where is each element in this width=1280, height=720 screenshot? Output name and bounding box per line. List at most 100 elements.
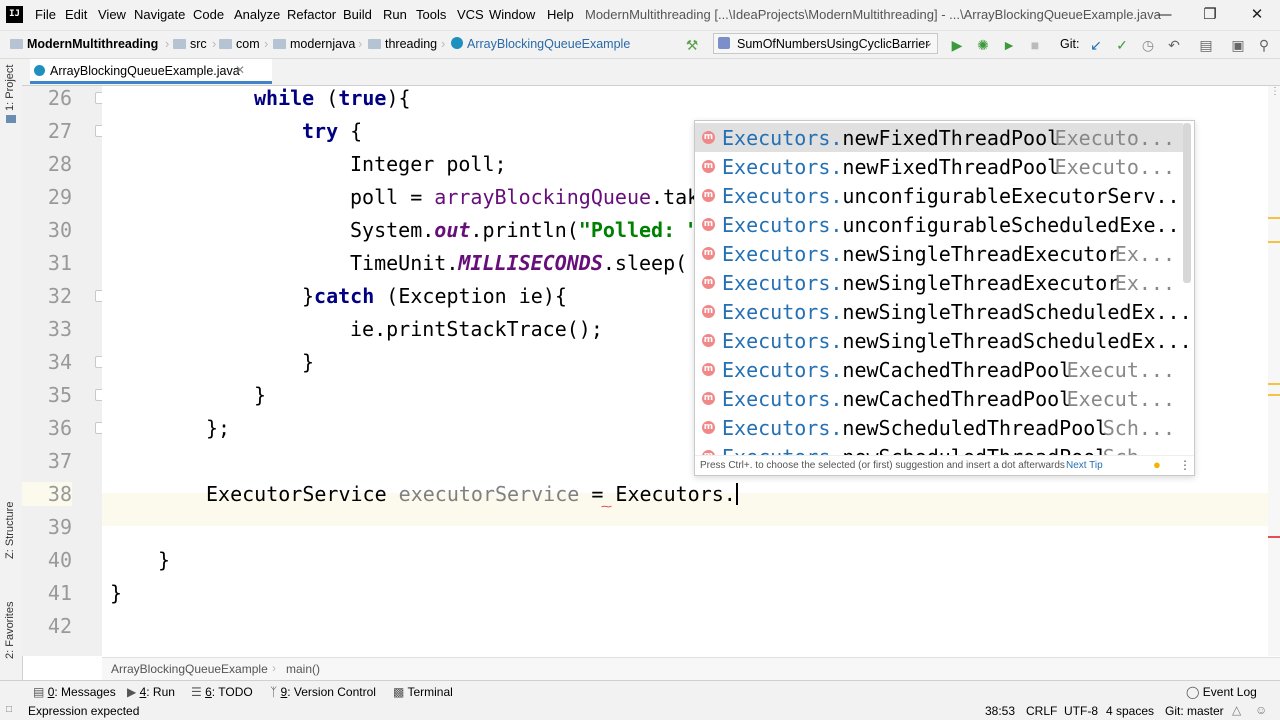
event-log-button[interactable]: ◯ Event Log [1186, 685, 1257, 699]
menu-vcs[interactable]: VCS [457, 7, 484, 22]
completion-method: newCachedThreadPool [842, 387, 1072, 411]
menu-refactor[interactable]: Refactor [287, 7, 336, 22]
menu-code[interactable]: Code [193, 7, 224, 22]
crumb-class[interactable]: ArrayBlockingQueueExample [111, 662, 268, 676]
layout-icon[interactable]: ▣ [1229, 36, 1247, 54]
menu-window[interactable]: Window [489, 7, 535, 22]
completion-item[interactable]: m Executors.unconfigurableScheduledExe... [695, 210, 1192, 239]
close-tab-icon[interactable]: ✕ [235, 63, 245, 77]
method-icon: m [702, 421, 715, 434]
inspector-icon[interactable]: ☺ [1255, 703, 1267, 717]
completion-item[interactable]: m Executors.newFixedThreadPool Executo... [695, 152, 1183, 181]
completion-item[interactable]: m Executors.newCachedThreadPool Execut... [695, 355, 1183, 384]
completion-item[interactable]: m Executors.newSingleThreadScheduledEx... [695, 326, 1192, 355]
line-number: 36 [47, 416, 72, 440]
breadcrumb-src[interactable]: src [173, 37, 207, 51]
completion-item[interactable]: m Executors.newCachedThreadPool Execut... [695, 384, 1183, 413]
completion-label: Executors.newCachedThreadPool [722, 387, 1071, 411]
code-text: { [338, 119, 363, 143]
breadcrumb-modernjava[interactable]: modernjava [273, 37, 355, 51]
messages-tool-button[interactable]: ▤ 0: Messages [33, 685, 116, 699]
git-branch[interactable]: Git: master [1165, 704, 1224, 718]
build-hammer-icon[interactable]: ⚒ [683, 36, 701, 54]
code-line-33: ie.printStackTrace(); [350, 317, 603, 341]
tool-window-bar: ▤ 0: Messages ▶ 4: Run ☰ 6: TODO ᛉ 9: Ve… [0, 680, 1280, 703]
line-number: 27 [47, 119, 72, 143]
line-number-current: 38 [22, 482, 72, 506]
completion-label: Executors.newFixedThreadPool [722, 126, 1059, 150]
popup-scrollbar[interactable] [1183, 123, 1191, 283]
tool-label: : TODO [211, 685, 253, 699]
completion-item[interactable]: m Executors.newFixedThreadPool Executo... [695, 123, 1183, 152]
breadcrumb-com[interactable]: com [219, 37, 260, 51]
next-tip-link[interactable]: Next Tip [1066, 460, 1103, 471]
vcs-update-icon[interactable]: ↙ [1087, 36, 1105, 54]
restore-icon[interactable]: ❐ [1195, 4, 1225, 26]
line-separator[interactable]: CRLF [1026, 704, 1057, 718]
error-stripe[interactable]: ⋮ [1268, 86, 1280, 656]
menu-analyze[interactable]: Analyze [234, 7, 280, 22]
todo-tool-button[interactable]: ☰ 6: TODO [191, 685, 253, 699]
project-structure-icon[interactable]: ▤ [1197, 36, 1215, 54]
close-icon[interactable]: ✕ [1242, 4, 1272, 26]
structure-tool-button[interactable]: Z: Structure [4, 502, 16, 559]
tab-array-blocking-queue-example[interactable]: ArrayBlockingQueueExample.java ✕ [30, 59, 272, 84]
run-configuration-select[interactable]: SumOfNumbersUsingCyclicBarrier ⌄ [713, 33, 938, 54]
breadcrumb-project[interactable]: ModernMultithreading [10, 37, 158, 51]
caret-position[interactable]: 38:53 [985, 704, 1015, 718]
branch-icon: ᛉ [270, 685, 278, 699]
search-everywhere-icon[interactable]: ⚲ [1255, 36, 1273, 54]
completion-item[interactable]: m Executors.newSingleThreadExecutor Ex... [695, 268, 1183, 297]
line-number: 31 [47, 251, 72, 275]
completion-item[interactable]: m Executors.unconfigurableExecutorServ... [695, 181, 1192, 210]
indent-setting[interactable]: 4 spaces [1106, 704, 1154, 718]
completion-item[interactable]: m Executors.newSingleThreadScheduledEx... [695, 297, 1192, 326]
breadcrumb-separator: › [358, 36, 363, 51]
completion-item[interactable]: m Executors.newScheduledThreadPoolSch... [695, 413, 1183, 442]
lock-icon[interactable]: △ [1232, 703, 1241, 717]
menu-run[interactable]: Run [383, 7, 407, 22]
warning-marker[interactable] [1268, 217, 1280, 219]
code-completion-popup[interactable]: m Executors.newFixedThreadPool Executo... m… [694, 120, 1195, 476]
warning-marker[interactable] [1268, 383, 1280, 385]
completion-item[interactable]: m Executors.newSingleThreadExecutor Ex... [695, 239, 1183, 268]
completion-method: newScheduledThreadPool [842, 416, 1108, 440]
completion-qualifier: Executors. [722, 242, 843, 266]
vcs-history-icon[interactable]: ◷ [1139, 36, 1157, 54]
run-tool-button[interactable]: ▶ 4: Run [127, 685, 175, 699]
chevron-down-icon: ⌄ [924, 37, 934, 49]
menu-navigate[interactable]: Navigate [134, 7, 185, 22]
favorites-tool-button[interactable]: 2: Favorites [4, 602, 16, 659]
tool-label: Terminal [407, 685, 453, 699]
status-toggle-icon[interactable]: □ [6, 704, 12, 715]
breadcrumb-threading[interactable]: threading [368, 37, 437, 51]
menu-build[interactable]: Build [343, 7, 372, 22]
project-tool-button[interactable]: 1: Project [4, 65, 16, 111]
breadcrumb-label: src [190, 37, 207, 51]
vcs-rollback-icon[interactable]: ↶ [1165, 36, 1183, 54]
breadcrumb-separator: › [441, 36, 446, 51]
file-encoding[interactable]: UTF-8 [1064, 704, 1098, 718]
error-marker[interactable] [1268, 536, 1280, 538]
warning-marker[interactable] [1268, 394, 1280, 396]
version-control-tool-button[interactable]: ᛉ 9: Version Control [270, 685, 376, 699]
menu-edit[interactable]: Edit [65, 7, 87, 22]
error-squiggle: ⁓ [601, 501, 612, 513]
minimize-icon[interactable]: — [1149, 4, 1179, 26]
warning-marker[interactable] [1268, 241, 1280, 243]
code-line-31: TimeUnit.MILLISECONDS.sleep( [350, 251, 687, 275]
more-options-icon[interactable]: ⋮ [1179, 458, 1191, 472]
crumb-method[interactable]: main() [286, 662, 320, 676]
code-text: TimeUnit. [350, 251, 459, 275]
breadcrumb-class[interactable]: ArrayBlockingQueueExample [451, 37, 630, 51]
stop-icon[interactable]: ■ [1026, 36, 1044, 54]
menu-help[interactable]: Help [547, 7, 574, 22]
menu-view[interactable]: View [98, 7, 126, 22]
menu-file[interactable]: File [35, 7, 56, 22]
terminal-tool-button[interactable]: ▩ Terminal [393, 685, 453, 699]
menu-tools[interactable]: Tools [416, 7, 446, 22]
vcs-commit-icon[interactable]: ✓ [1113, 36, 1131, 54]
debug-icon[interactable]: ✺ [974, 36, 992, 54]
run-with-coverage-icon[interactable]: ► [1000, 36, 1018, 54]
run-icon[interactable]: ▶ [948, 36, 966, 54]
